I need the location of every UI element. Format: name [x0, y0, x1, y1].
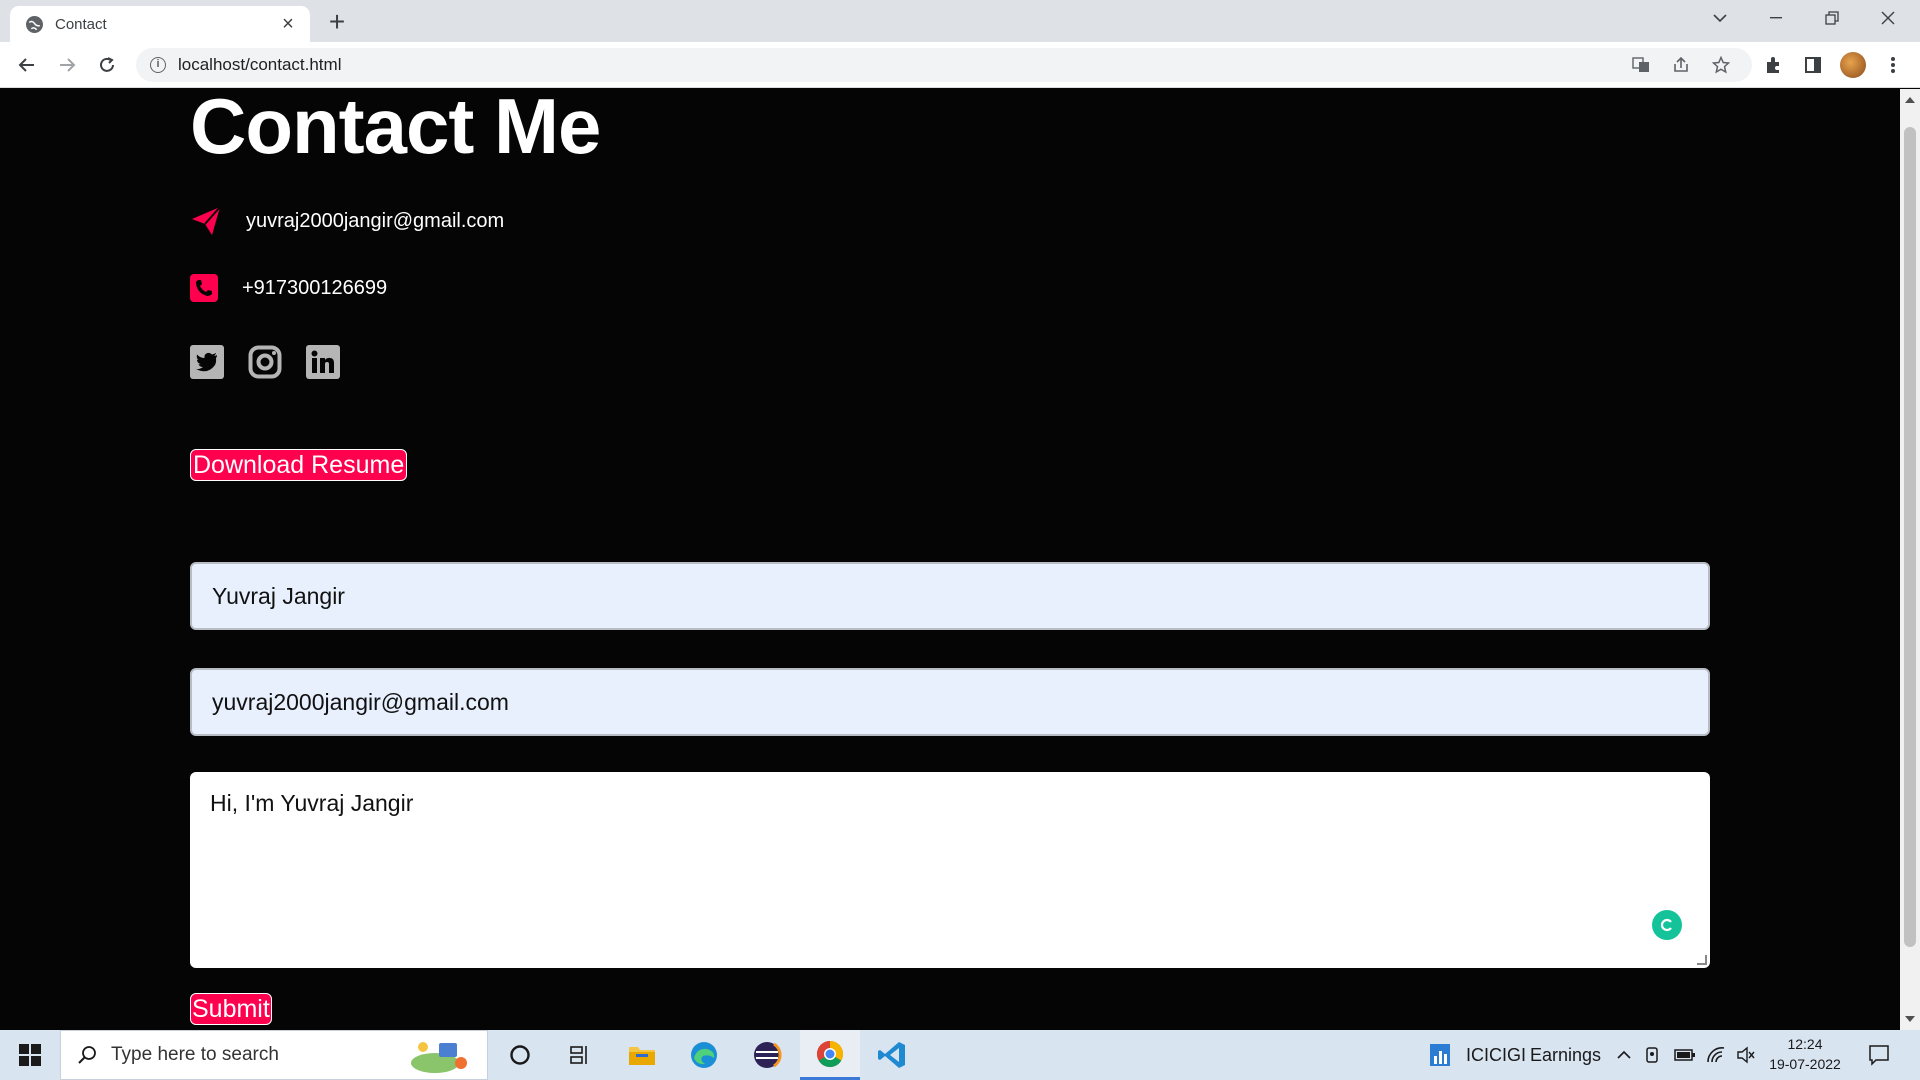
file-explorer-icon[interactable]: [612, 1030, 672, 1080]
taskbar-search-box[interactable]: Type here to search: [60, 1030, 488, 1080]
new-tab-button[interactable]: +: [322, 8, 352, 38]
taskbar-clock[interactable]: 12:24 19-07-2022: [1765, 1034, 1845, 1074]
browser-titlebar: Contact × +: [0, 0, 1920, 42]
message-text: Hi, I'm Yuvraj Jangir: [210, 790, 414, 816]
tab-title: Contact: [55, 15, 107, 33]
scroll-thumb[interactable]: [1904, 127, 1916, 947]
task-view-icon[interactable]: [550, 1030, 610, 1080]
stock-widget-icon[interactable]: [1428, 1042, 1452, 1068]
windows-taskbar: Type here to search ICICIGI Earnings 12:…: [0, 1030, 1920, 1080]
translate-icon[interactable]: [1630, 54, 1652, 76]
profile-avatar[interactable]: [1838, 50, 1868, 80]
clock-date: 19-07-2022: [1769, 1056, 1841, 1072]
search-placeholder: Type here to search: [111, 1044, 279, 1065]
resize-handle-icon[interactable]: [1697, 955, 1707, 965]
site-info-icon[interactable]: i: [150, 57, 166, 73]
reload-icon[interactable]: [92, 50, 122, 80]
forward-icon[interactable]: [52, 50, 82, 80]
email-field[interactable]: yuvraj2000jangir@gmail.com: [190, 668, 1710, 736]
phone-icon: [190, 274, 218, 302]
share-icon[interactable]: [1670, 54, 1692, 76]
submit-button[interactable]: Submit: [190, 993, 272, 1025]
name-field[interactable]: Yuvraj Jangir: [190, 562, 1710, 630]
phone-row: +917300126699: [190, 274, 387, 302]
bookmark-star-icon[interactable]: [1710, 54, 1732, 76]
tab-search-icon[interactable]: [1692, 0, 1748, 36]
browser-toolbar: i localhost/contact.html: [0, 42, 1920, 88]
restore-button[interactable]: [1804, 0, 1860, 36]
scroll-down-arrow-icon[interactable]: [1905, 1016, 1915, 1022]
menu-dots-icon[interactable]: [1878, 50, 1908, 80]
windows-start-icon[interactable]: [0, 1030, 60, 1080]
globe-icon: [26, 15, 43, 33]
social-links: [190, 345, 340, 379]
page-title: Contact Me: [190, 89, 601, 170]
browser-tab[interactable]: Contact ×: [10, 6, 310, 42]
twitter-icon[interactable]: [190, 345, 224, 379]
vscode-icon[interactable]: [862, 1030, 922, 1080]
back-icon[interactable]: [12, 50, 42, 80]
address-bar[interactable]: i localhost/contact.html: [136, 48, 1752, 82]
phone-text: +917300126699: [242, 276, 388, 299]
stock-name[interactable]: ICICIGI: [1466, 1030, 1526, 1080]
volume-muted-icon[interactable]: [1736, 1046, 1756, 1064]
close-window-button[interactable]: [1860, 0, 1916, 36]
side-panel-icon[interactable]: [1798, 50, 1828, 80]
linkedin-icon[interactable]: [306, 345, 340, 379]
tab-close-icon[interactable]: ×: [278, 14, 298, 34]
chrome-icon[interactable]: [800, 1030, 860, 1080]
download-resume-button[interactable]: Download Resume: [190, 449, 408, 481]
edge-browser-icon[interactable]: [674, 1030, 734, 1080]
url-text: localhost/contact.html: [178, 55, 342, 74]
clock-time: 12:24: [1787, 1036, 1823, 1052]
extensions-icon[interactable]: [1758, 50, 1788, 80]
page-content: Contact Me yuvraj2000jangir@gmail.com +9…: [0, 89, 1900, 1030]
meet-now-icon[interactable]: [1644, 1046, 1662, 1064]
page-scrollbar[interactable]: [1900, 89, 1920, 1030]
battery-icon[interactable]: [1674, 1047, 1696, 1063]
search-icon: [77, 1045, 97, 1065]
message-textarea[interactable]: Hi, I'm Yuvraj Jangir: [190, 772, 1710, 968]
paper-plane-icon: [190, 205, 222, 237]
wifi-icon[interactable]: [1706, 1046, 1726, 1064]
email-text: yuvraj2000jangir@gmail.com: [246, 209, 505, 232]
tray-chevron-up-icon[interactable]: [1616, 1047, 1632, 1063]
instagram-icon[interactable]: [248, 345, 282, 379]
weather-widget-icon[interactable]: [409, 1039, 471, 1073]
notification-center-icon[interactable]: [1868, 1044, 1890, 1066]
cortana-icon[interactable]: [490, 1030, 550, 1080]
email-row: yuvraj2000jangir@gmail.com: [190, 205, 504, 237]
scroll-up-arrow-icon[interactable]: [1905, 97, 1915, 103]
minimize-button[interactable]: [1748, 0, 1804, 36]
grammarly-icon[interactable]: [1652, 910, 1682, 940]
eclipse-icon[interactable]: [737, 1030, 797, 1080]
stock-label[interactable]: Earnings: [1530, 1030, 1601, 1080]
